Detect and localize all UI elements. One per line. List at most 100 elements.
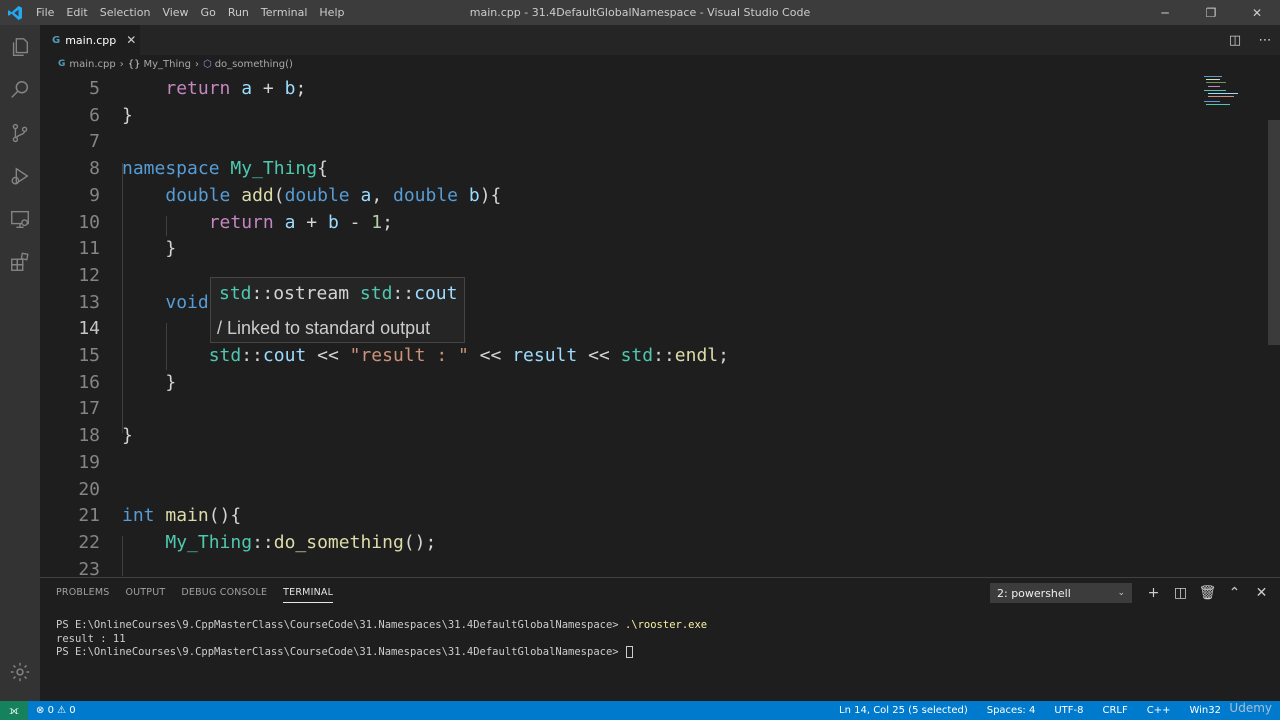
close-window-button[interactable]: ✕ [1234,0,1280,25]
code-line[interactable]: 11 } [40,236,1200,263]
code-text: int main(){ [122,503,241,530]
tab-problems[interactable]: PROBLEMS [56,587,109,603]
code-token: - [338,211,372,233]
code-text: return a + b; [122,76,306,103]
code-line[interactable]: 20 [40,477,1200,504]
menu-help[interactable]: Help [313,6,350,19]
code-token: My_Thing [165,531,253,553]
more-actions-icon[interactable]: ⋯ [1250,33,1280,48]
language-mode[interactable]: C++ [1147,705,1171,716]
line-number: 10 [78,211,100,233]
close-panel-icon[interactable]: ✕ [1248,583,1275,603]
encoding[interactable]: UTF-8 [1054,705,1083,716]
hover-tooltip: std::ostream std::cout / Linked to stand… [210,277,465,343]
terminal-shell-select[interactable]: 2: powershell ⌄ [990,583,1132,603]
code-line[interactable]: 15 std::cout << "result : " << result <<… [40,343,1200,370]
status-right: Ln 14, Col 25 (5 selected) Spaces: 4 UTF… [839,701,1280,720]
cursor-position[interactable]: Ln 14, Col 25 (5 selected) [839,705,968,716]
code-line[interactable]: 22 My_Thing::do_something(); [40,530,1200,557]
indentation[interactable]: Spaces: 4 [987,705,1036,716]
code-text: std::cout << "result : " << result << st… [122,343,729,370]
hover-sig-separator: :: [251,283,274,304]
code-line[interactable]: 21 int main(){ [40,503,1200,530]
code-text: return a + b - 1; [122,210,393,237]
line-number: 20 [78,478,100,500]
tab-output[interactable]: OUTPUT [125,587,165,603]
close-tab-icon[interactable]: ✕ [126,33,136,47]
code-line[interactable]: 19 [40,450,1200,477]
chevron-right-icon: › [119,58,124,70]
restore-button[interactable]: ❐ [1188,0,1234,25]
error-icon: ⊗ [36,705,48,716]
code-line[interactable]: 10 return a + b - 1; [40,210,1200,237]
line-ending[interactable]: CRLF [1102,705,1127,716]
terminal-output[interactable]: PS E:\OnlineCourses\9.CppMasterClass\Cou… [56,619,707,660]
breadcrumb-function[interactable]: do_something() [215,59,293,70]
source-control-icon[interactable] [0,111,40,154]
terminal-command: .\rooster.exe [624,619,708,631]
run-debug-icon[interactable] [0,154,40,197]
remote-icon[interactable]: ⟗ [0,701,28,720]
problems-status[interactable]: ⊗ 0 ⚠ 0 [36,705,76,716]
explorer-icon[interactable] [0,25,40,68]
code-line[interactable]: 8 namespace My_Thing{ [40,156,1200,183]
code-token: ){ [479,184,502,206]
code-line[interactable]: 23 [40,557,1200,577]
code-text: } [122,370,176,397]
menu-go[interactable]: Go [195,6,222,19]
minimize-button[interactable]: ─ [1142,0,1188,25]
menu-run[interactable]: Run [222,6,255,19]
code-token: :: [653,345,675,366]
tab-terminal[interactable]: TERMINAL [283,587,334,603]
extensions-icon[interactable] [0,240,40,283]
code-token: return [165,78,231,99]
remote-explorer-icon[interactable] [0,197,40,240]
settings-gear-icon[interactable] [0,650,40,693]
code-token: b [327,211,339,233]
menu-file[interactable]: File [30,6,60,19]
search-icon[interactable] [0,68,40,111]
line-number: 9 [89,184,100,206]
code-text: } [122,423,133,450]
code-line[interactable]: 7 [40,129,1200,156]
tab-main-cpp[interactable]: G main.cpp ✕ [40,25,140,55]
code-token: int [122,505,155,527]
maximize-panel-icon[interactable]: ⌃ [1221,583,1248,603]
tab-debug-console[interactable]: DEBUG CONSOLE [181,587,267,603]
trash-icon[interactable]: 🗑 [1194,583,1221,603]
menu-view[interactable]: View [156,6,194,19]
line-number: 22 [78,531,100,553]
code-line[interactable]: 5 return a + b; [40,76,1200,103]
code-token: + [252,78,285,99]
code-line[interactable]: 17 [40,396,1200,423]
chevron-right-icon: › [194,58,199,70]
code-line[interactable]: 6} [40,103,1200,130]
minimap[interactable] [1200,73,1266,123]
code-line[interactable]: 18} [40,423,1200,450]
code-line[interactable]: 9 double add(double a, double b){ [40,183,1200,210]
bottom-panel: PROBLEMS OUTPUT DEBUG CONSOLE TERMINAL 2… [40,577,1280,701]
code-token: double [284,184,350,206]
menu-edit[interactable]: Edit [60,6,93,19]
breadcrumb-namespace[interactable]: My_Thing [143,59,190,70]
menu-selection[interactable]: Selection [94,6,157,19]
editor-scrollbar[interactable] [1268,120,1280,345]
code-token: a [360,184,372,206]
code-line[interactable]: 16 } [40,370,1200,397]
code-token: { [317,158,328,180]
hover-sig-namespace: std [359,283,393,304]
line-number: 5 [89,78,100,99]
split-editor-icon[interactable]: ◫ [1220,33,1250,48]
hover-doc: / Linked to standard output [217,318,431,338]
split-terminal-icon[interactable]: ◫ [1167,583,1194,603]
new-terminal-icon[interactable]: + [1140,583,1167,603]
breadcrumb-file[interactable]: main.cpp [69,59,115,70]
namespace-icon: {} [127,58,141,70]
platform[interactable]: Win32 [1189,705,1221,716]
menu-terminal[interactable]: Terminal [255,6,314,19]
vscode-logo-icon [0,0,30,25]
